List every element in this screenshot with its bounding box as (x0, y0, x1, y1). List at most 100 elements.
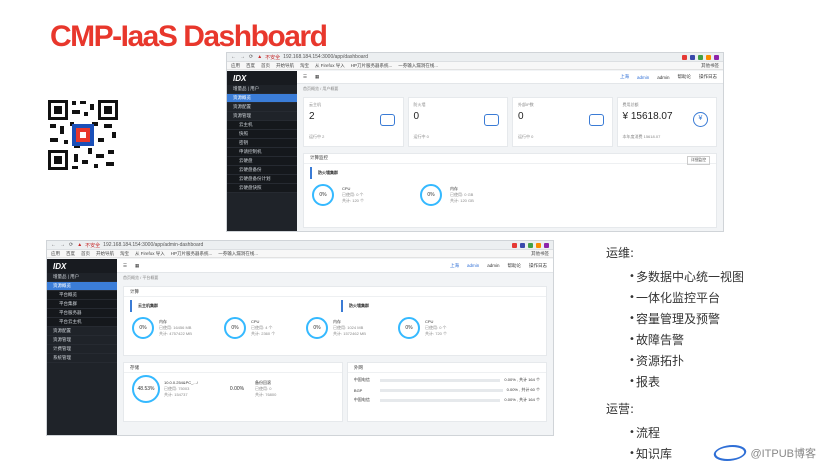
extension-icon[interactable] (544, 242, 549, 248)
bookmarks-bar: 应用 百度 首页 开始导航 淘宝 从 Firefox 导入 HP刀片服务器系统.… (47, 250, 553, 258)
extension-icon[interactable] (536, 242, 541, 248)
net-row: 中国电信 0.00% , 共计 164 个 (354, 395, 540, 405)
user-name[interactable]: admin (487, 263, 499, 268)
sidebar-item[interactable]: 计费管理 (47, 345, 117, 354)
net-value: 0.00% , 共计 164 个 (504, 377, 540, 382)
extension-icon[interactable] (528, 242, 533, 248)
reload-icon[interactable]: ⟳ (69, 242, 73, 248)
sidebar-item[interactable]: 资源管理 (227, 112, 297, 121)
bookmark-item[interactable]: 从 Firefox 导入 (315, 63, 345, 69)
bookmark-item[interactable]: 从 Firefox 导入 (135, 251, 165, 257)
usage-ring: 0% (224, 317, 246, 339)
sidebar-subitem[interactable]: 平台服务器 (47, 309, 117, 318)
other-bookmarks[interactable]: 其他书签 (701, 63, 719, 69)
region-selector[interactable]: 上海 (620, 74, 629, 80)
bookmark-item[interactable]: 首页 (261, 63, 270, 69)
sidebar-subitem[interactable]: 平台集群 (47, 300, 117, 309)
operation-log-link[interactable]: 操作日志 (699, 74, 717, 80)
summary-cards: 云主机 2 运行中 2 防火墙 0 运行中 0 外部IP数 0 运行中 0 费用… (297, 94, 723, 150)
app-area: IDX 增量品 | 用户 资源概览 资源配置 资源管理 云主机 快照 密钥 申请… (227, 71, 723, 231)
bookmark-item[interactable]: 百度 (66, 251, 75, 257)
qr-code-image (46, 98, 120, 172)
bookmark-item[interactable]: 开始导航 (96, 251, 114, 257)
address-bar[interactable]: ▲ 不安全 192.168.184.154:3000/app/dashboard (257, 54, 678, 61)
other-bookmarks[interactable]: 其他书签 (531, 251, 549, 257)
net-bar (379, 388, 503, 392)
insecure-label: 不安全 (265, 54, 281, 61)
extension-icon[interactable] (714, 54, 719, 60)
bookmark-item[interactable]: 开始导航 (276, 63, 294, 69)
menu-icon[interactable]: ☰ (123, 263, 127, 269)
menu-icon[interactable]: ☰ (303, 74, 307, 80)
back-icon[interactable]: ← (231, 54, 236, 60)
sidebar-item[interactable]: 资源配置 (47, 327, 117, 336)
extension-icon[interactable] (706, 54, 711, 60)
browser-toolbar: ← → ⟳ ▲ 不安全 192.168.184.154:3000/app/adm… (47, 241, 553, 250)
ip-icon (588, 113, 604, 126)
sidebar-item[interactable]: 增量品 | 用户 (47, 273, 117, 282)
forward-icon[interactable]: → (240, 54, 245, 60)
summary-card[interactable]: 费用总额 ¥ 15618.07 本年度消费 15618.07 ¥ (616, 96, 717, 147)
detail-monitor-button[interactable]: 详细监控 (686, 155, 710, 165)
bookmark-item[interactable]: 淘宝 (300, 63, 309, 69)
sidebar-subitem[interactable]: 云硬盘备份计划 (227, 175, 297, 184)
ring-used: 已使用: 0 GB (450, 191, 474, 197)
bookmark-item[interactable]: 首页 (81, 251, 90, 257)
sidebar-subitem[interactable]: 快照 (227, 130, 297, 139)
ring-total: 共计: 4757422 MB (159, 331, 192, 336)
grid-icon[interactable]: ▦ (315, 74, 319, 80)
usage-rings: 0% CPU 已使用: 0 个 共计: 120 个 0% 内存 已使用: 0 G… (304, 182, 716, 208)
back-icon[interactable]: ← (51, 242, 56, 248)
sidebar-subitem[interactable]: 平台概览 (47, 291, 117, 300)
bookmark-item[interactable]: HP刀片服务器系统... (351, 63, 393, 69)
sidebar-item-overview[interactable]: 资源概览 (227, 94, 297, 103)
net-value: 0.00% , 共计 60 个 (506, 387, 540, 392)
sidebar-item-overview[interactable]: 资源概览 (47, 282, 117, 291)
sidebar-subitem[interactable]: 云硬盘备份 (227, 166, 297, 175)
address-bar[interactable]: ▲ 不安全 192.168.184.154:3000/app/admin-das… (77, 242, 508, 249)
panel-title: 计算 (124, 287, 546, 297)
card-label: 外部IP数 (518, 101, 534, 107)
extension-icon[interactable] (682, 54, 687, 60)
ring-text: CPU 已使用: 0 个 共计: 120 个 (342, 186, 364, 204)
summary-card[interactable]: 防火墙 0 运行中 0 (407, 96, 508, 147)
watermark-text: @ITPUB博客 (750, 448, 816, 460)
ring-text: CPU 已使用: 4 个 共计: 2360 个 (251, 319, 301, 337)
sidebar-item[interactable]: 资源配置 (227, 103, 297, 112)
bookmark-item[interactable]: 应用 (231, 63, 240, 69)
sidebar-subitem[interactable]: 密钥 (227, 139, 297, 148)
bookmark-item[interactable]: HP刀片服务器系统... (171, 251, 213, 257)
user-menu[interactable]: admin (467, 263, 479, 268)
bookmark-item[interactable]: 应用 (51, 251, 60, 257)
help-link[interactable]: 帮助论 (678, 74, 692, 80)
extension-icon[interactable] (520, 242, 525, 248)
summary-card[interactable]: 外部IP数 0 运行中 0 (512, 96, 613, 147)
sidebar-subitem[interactable]: 云硬盘快照 (227, 184, 297, 193)
sidebar-subitem[interactable]: 云硬盘 (227, 157, 297, 166)
bookmark-item[interactable]: 百度 (246, 63, 255, 69)
extension-icon[interactable] (690, 54, 695, 60)
grid-icon[interactable]: ▦ (135, 263, 139, 269)
list-item-text: 多数据中心统一视图 (636, 270, 745, 284)
sidebar-subitem[interactable]: 申请控制机 (227, 148, 297, 157)
extension-icon[interactable] (698, 54, 703, 60)
sidebar-subitem[interactable]: 平台云主机 (47, 318, 117, 327)
forward-icon[interactable]: → (60, 242, 65, 248)
sidebar-item[interactable]: 系统管理 (47, 354, 117, 363)
summary-card[interactable]: 云主机 2 运行中 2 (303, 96, 404, 147)
user-name[interactable]: admin (657, 75, 669, 80)
region-selector[interactable]: 上海 (450, 263, 459, 269)
list-item: • 一体化监控平台 (629, 291, 721, 305)
help-link[interactable]: 帮助论 (508, 263, 522, 269)
bookmark-item[interactable]: 一券输入漏洞在线... (218, 251, 258, 257)
bookmark-item[interactable]: 淘宝 (120, 251, 129, 257)
user-menu[interactable]: admin (637, 75, 649, 80)
insecure-label: 不安全 (85, 242, 101, 249)
sidebar-item[interactable]: 资源管理 (47, 336, 117, 345)
sidebar-subitem[interactable]: 云主机 (227, 121, 297, 130)
operation-log-link[interactable]: 操作日志 (529, 263, 547, 269)
sidebar-item[interactable]: 增量品 | 用户 (227, 85, 297, 94)
extension-icon[interactable] (512, 242, 517, 248)
bookmark-item[interactable]: 一券输入漏洞在线... (398, 63, 438, 69)
reload-icon[interactable]: ⟳ (249, 54, 253, 60)
